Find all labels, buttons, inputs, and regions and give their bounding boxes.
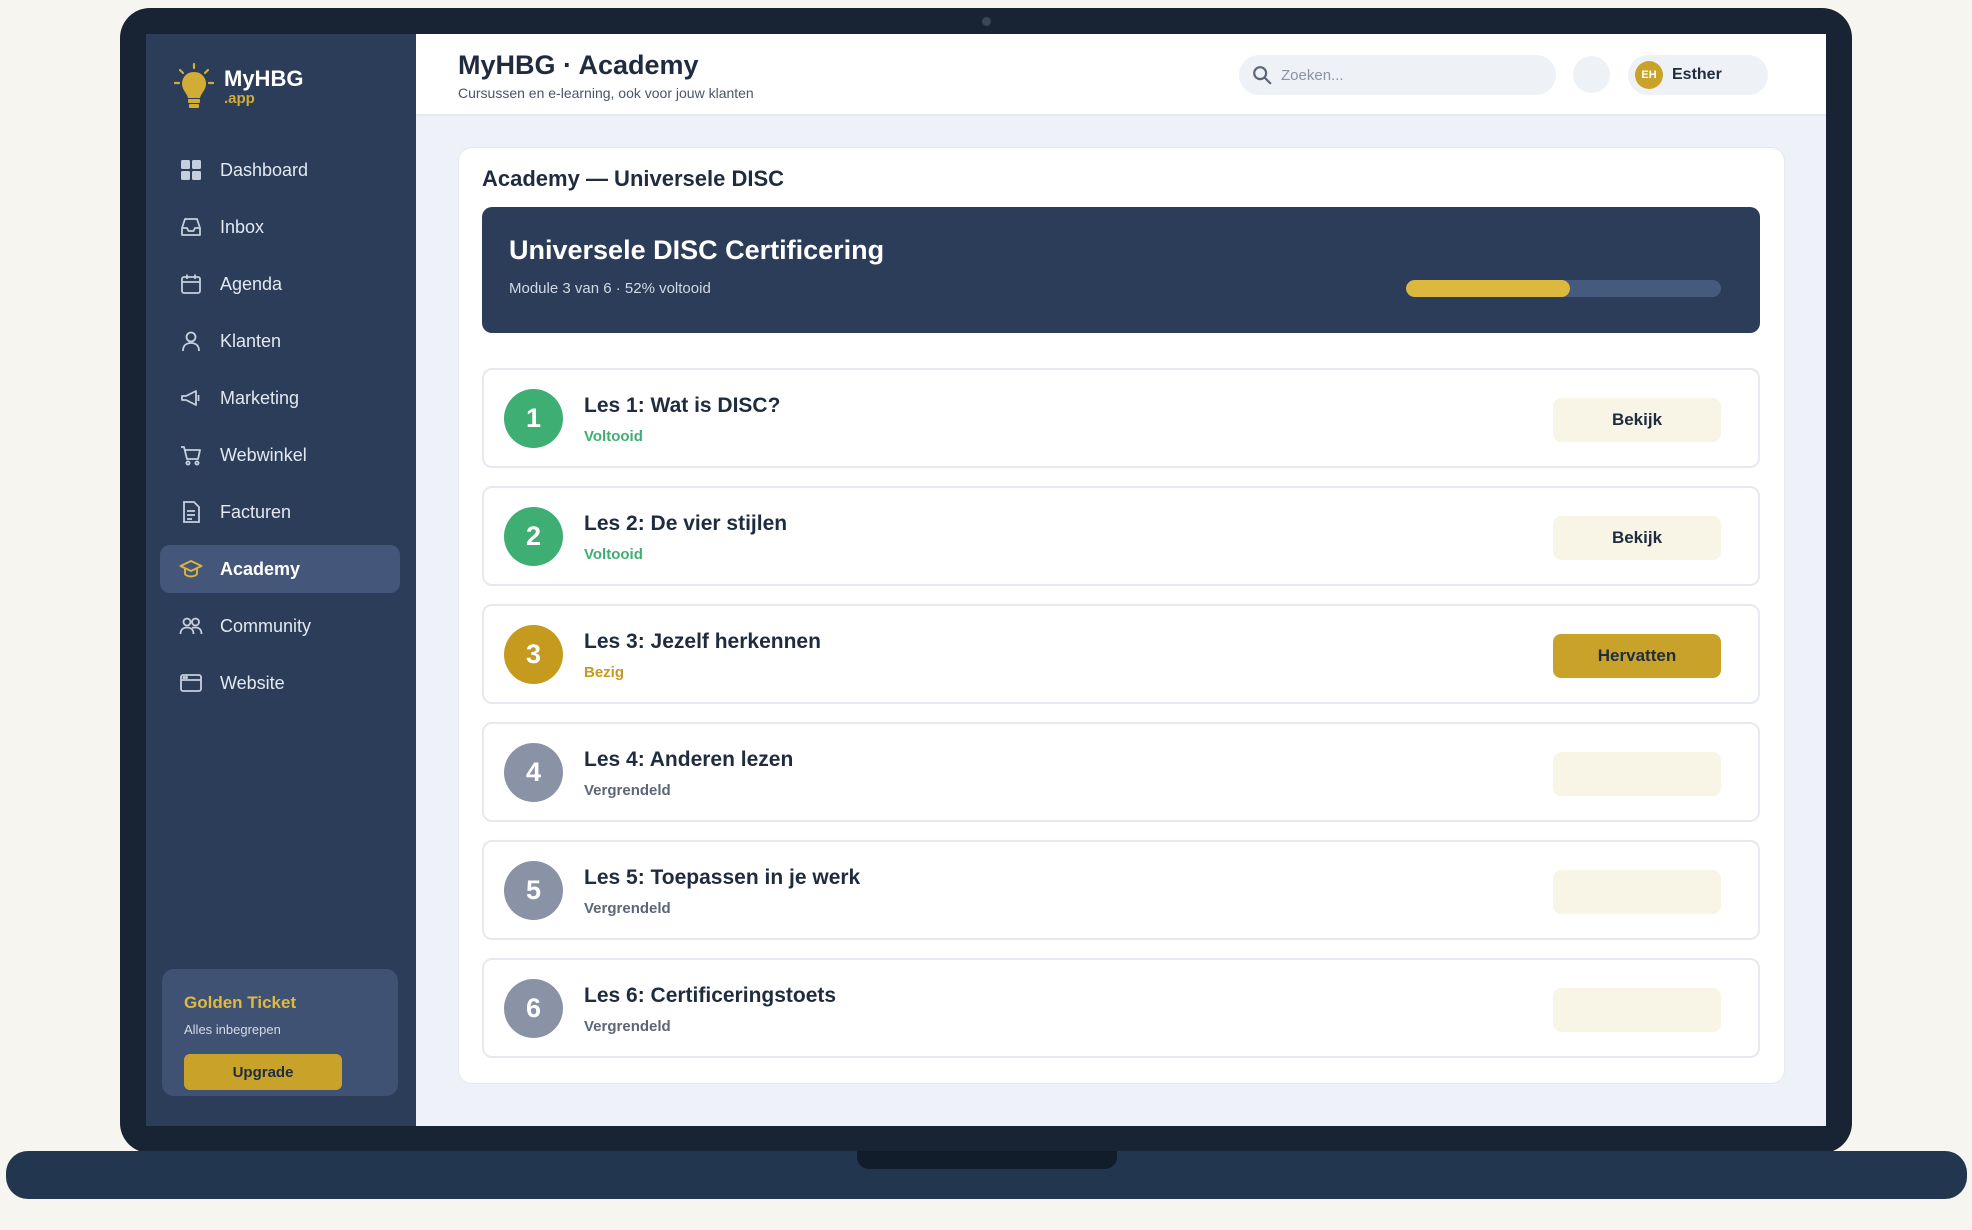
lesson-row: 5 Les 5: Toepassen in je werk Vergrendeld bbox=[482, 840, 1760, 940]
inbox-icon bbox=[178, 214, 204, 240]
lesson-status: Vergrendeld bbox=[584, 1018, 671, 1035]
app-screen: MyHBG .app Dashboard Inbox Agenda Klanten Ma… bbox=[146, 34, 1826, 1126]
lesson-title: Les 3: Jezelf herkennen bbox=[584, 630, 821, 653]
cart-icon bbox=[178, 442, 204, 468]
laptop-notch bbox=[857, 1151, 1117, 1169]
card-title: Academy — Universele DISC bbox=[482, 166, 785, 191]
lesson-status: Voltooid bbox=[584, 428, 643, 445]
lesson-title: Les 2: De vier stijlen bbox=[584, 512, 788, 535]
upgrade-button[interactable]: Upgrade bbox=[184, 1054, 342, 1090]
sidebar-item-academy[interactable]: Academy bbox=[160, 545, 400, 593]
course-card: Academy — Universele DISC Universele DIS… bbox=[458, 147, 1785, 1084]
sidebar-item-webwinkel[interactable]: Webwinkel bbox=[160, 431, 400, 479]
lesson-list: 1 Les 1: Wat is DISC? Voltooid Bekijk 2 Les 2… bbox=[482, 368, 1760, 1076]
sidebar-item-agenda[interactable]: Agenda bbox=[160, 260, 400, 308]
lesson-title: Les 4: Anderen lezen bbox=[584, 748, 794, 771]
lesson-number-badge: 4 bbox=[504, 743, 563, 802]
calendar-icon bbox=[178, 271, 204, 297]
ticket-subtitle: Alles inbegrepen bbox=[184, 1022, 281, 1037]
sidebar-item-label: Dashboard bbox=[220, 159, 309, 180]
sidebar-item-label: Agenda bbox=[220, 273, 283, 294]
sidebar-item-label: Marketing bbox=[220, 387, 300, 408]
graduation-cap-icon bbox=[178, 556, 204, 582]
sidebar-item-label: Community bbox=[220, 615, 312, 636]
browser-icon bbox=[178, 670, 204, 696]
page-title: MyHBG · Academy bbox=[458, 50, 699, 80]
sidebar-item-marketing[interactable]: Marketing bbox=[160, 374, 400, 422]
view-lesson-button[interactable]: Bekijk bbox=[1553, 398, 1721, 442]
brand-name: MyHBG bbox=[224, 66, 304, 91]
megaphone-icon bbox=[178, 385, 204, 411]
lesson-number-badge: 6 bbox=[504, 979, 563, 1038]
brand-suffix: .app bbox=[224, 90, 255, 107]
lesson-title: Les 1: Wat is DISC? bbox=[584, 394, 781, 417]
brand-logo[interactable]: MyHBG .app bbox=[174, 62, 303, 112]
document-icon bbox=[178, 499, 204, 525]
lesson-number-badge: 2 bbox=[504, 507, 563, 566]
notification-button[interactable] bbox=[1573, 56, 1610, 93]
lightbulb-icon bbox=[174, 62, 214, 108]
sidebar-item-community[interactable]: Community bbox=[160, 602, 400, 650]
resume-lesson-button[interactable]: Hervatten bbox=[1553, 634, 1721, 678]
sidebar-item-label: Webwinkel bbox=[220, 444, 307, 465]
sidebar-item-facturen[interactable]: Facturen bbox=[160, 488, 400, 536]
lesson-row: 3 Les 3: Jezelf herkennen Bezig Hervatten bbox=[482, 604, 1760, 704]
sidebar-item-label: Facturen bbox=[220, 501, 292, 522]
lesson-number-badge: 5 bbox=[504, 861, 563, 920]
sidebar: MyHBG .app Dashboard Inbox Agenda Klanten Ma… bbox=[146, 34, 416, 1126]
course-progress-fill bbox=[1406, 280, 1570, 297]
lesson-title: Les 6: Certificeringstoets bbox=[584, 984, 837, 1007]
users-icon bbox=[178, 613, 204, 639]
lesson-row: 1 Les 1: Wat is DISC? Voltooid Bekijk bbox=[482, 368, 1760, 468]
lesson-status: Vergrendeld bbox=[584, 782, 671, 799]
course-progress-text: Module 3 van 6 · 52% voltooid bbox=[509, 280, 711, 297]
user-icon bbox=[178, 328, 204, 354]
camera-dot bbox=[982, 17, 991, 26]
golden-ticket-card: Golden Ticket Alles inbegrepen Upgrade bbox=[162, 969, 398, 1096]
search-bar[interactable] bbox=[1239, 55, 1556, 95]
view-lesson-button[interactable]: Bekijk bbox=[1553, 516, 1721, 560]
locked-lesson-button bbox=[1553, 988, 1721, 1032]
avatar: EH bbox=[1635, 61, 1663, 89]
sidebar-item-label: Academy bbox=[220, 558, 301, 579]
sidebar-item-website[interactable]: Website bbox=[160, 659, 400, 707]
top-header: MyHBG · Academy Cursussen en e-learning,… bbox=[416, 34, 1826, 116]
ticket-title: Golden Ticket bbox=[184, 993, 297, 1012]
lesson-status: Bezig bbox=[584, 664, 625, 681]
lesson-title: Les 5: Toepassen in je werk bbox=[584, 866, 861, 889]
page-subtitle: Cursussen en e-learning, ook voor jouw k… bbox=[458, 85, 754, 101]
lesson-row: 6 Les 6: Certificeringstoets Vergrendeld bbox=[482, 958, 1760, 1058]
locked-lesson-button bbox=[1553, 870, 1721, 914]
sidebar-item-label: Klanten bbox=[220, 330, 282, 351]
lesson-row: 4 Les 4: Anderen lezen Vergrendeld bbox=[482, 722, 1760, 822]
lesson-status: Voltooid bbox=[584, 546, 643, 563]
sidebar-item-dashboard[interactable]: Dashboard bbox=[160, 146, 400, 194]
lesson-number-badge: 1 bbox=[504, 389, 563, 448]
sidebar-item-label: Website bbox=[220, 672, 285, 693]
user-menu[interactable]: EH Esther bbox=[1628, 55, 1768, 95]
course-banner: Universele DISC Certificering Module 3 v… bbox=[482, 207, 1760, 333]
sidebar-item-label: Inbox bbox=[220, 216, 265, 237]
sidebar-item-inbox[interactable]: Inbox bbox=[160, 203, 400, 251]
search-input[interactable] bbox=[1279, 65, 1543, 85]
locked-lesson-button bbox=[1553, 752, 1721, 796]
lesson-row: 2 Les 2: De vier stijlen Voltooid Bekijk bbox=[482, 486, 1760, 586]
sidebar-item-klanten[interactable]: Klanten bbox=[160, 317, 400, 365]
lesson-number-badge: 3 bbox=[504, 625, 563, 684]
search-icon bbox=[1253, 66, 1272, 85]
sidebar-nav: Dashboard Inbox Agenda Klanten Marketing Webw… bbox=[160, 146, 400, 716]
grid-icon bbox=[178, 157, 204, 183]
course-progress-bar bbox=[1406, 280, 1721, 297]
course-title: Universele DISC Certificering bbox=[509, 235, 885, 265]
lesson-status: Vergrendeld bbox=[584, 900, 671, 917]
user-name: Esther bbox=[1672, 66, 1722, 83]
